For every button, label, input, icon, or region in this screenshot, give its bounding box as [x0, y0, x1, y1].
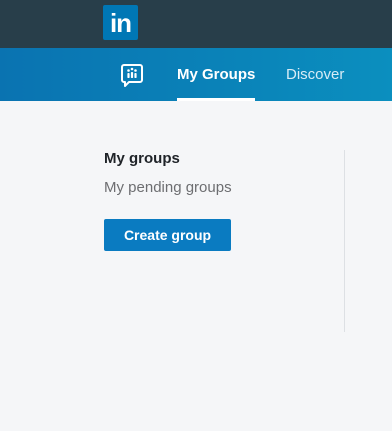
top-navigation-bar: in — [0, 0, 392, 48]
create-group-button[interactable]: Create group — [104, 219, 231, 251]
page-title: My groups — [104, 150, 180, 167]
groups-chat-icon[interactable] — [120, 63, 144, 87]
linkedin-logo-icon[interactable]: in — [103, 5, 138, 40]
tab-my-groups[interactable]: My Groups — [177, 48, 256, 101]
logo-text: in — [109, 7, 132, 38]
tab-my-groups-label: My Groups — [177, 66, 256, 83]
tab-discover-label: Discover — [286, 66, 345, 83]
tab-discover[interactable]: Discover — [286, 48, 344, 101]
sidebar-divider — [344, 150, 345, 332]
groups-subnav: My Groups Discover — [0, 48, 392, 101]
pending-groups-link[interactable]: My pending groups — [104, 179, 232, 196]
